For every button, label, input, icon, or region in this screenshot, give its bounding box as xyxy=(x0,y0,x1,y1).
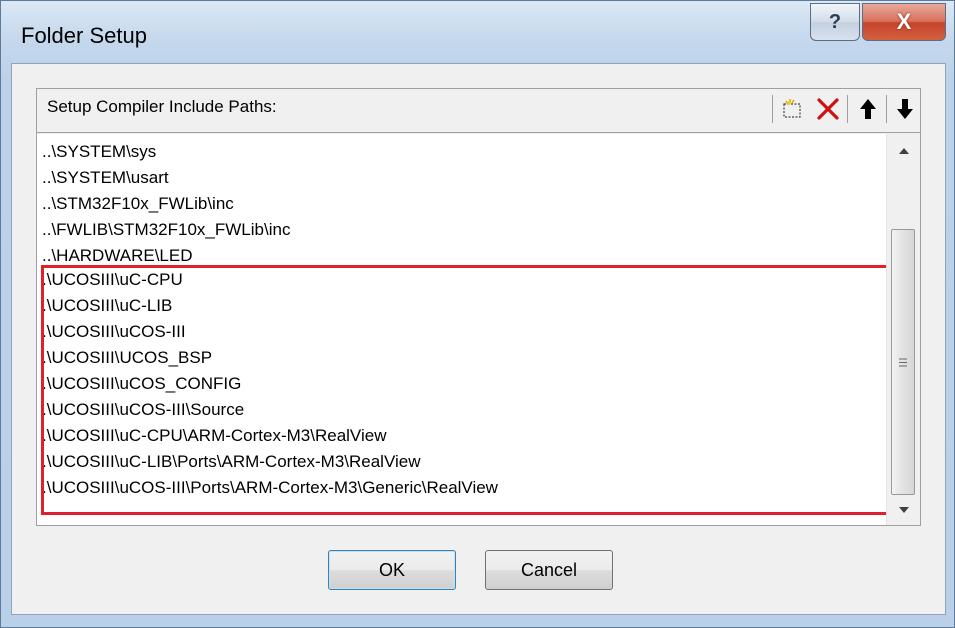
list-item[interactable]: .\UCOSIII\UCOS_BSP xyxy=(42,345,212,371)
header-divider xyxy=(37,132,920,133)
scroll-down-icon xyxy=(898,507,909,513)
list-item[interactable]: .\UCOSIII\uCOS-III xyxy=(42,319,186,345)
close-button[interactable]: X xyxy=(862,3,946,41)
vertical-scrollbar[interactable] xyxy=(886,134,920,525)
dialog-client-area: Setup Compiler Include Paths: ..\SYSTEM\… xyxy=(11,63,946,615)
list-item[interactable]: .\UCOSIII\uC-CPU xyxy=(42,267,183,293)
list-item[interactable]: ..\SYSTEM\sys xyxy=(42,139,156,165)
help-button[interactable]: ? xyxy=(810,3,860,41)
cancel-button[interactable]: Cancel xyxy=(485,550,613,590)
grip-icon xyxy=(899,358,907,366)
scroll-up-button[interactable] xyxy=(887,136,920,166)
include-paths-list[interactable]: ..\SYSTEM\sys ..\SYSTEM\usart ..\STM32F1… xyxy=(37,134,920,525)
toolbar-separator xyxy=(886,95,887,123)
list-item[interactable]: .\UCOSIII\uCOS-III\Ports\ARM-Cortex-M3\G… xyxy=(42,475,498,501)
include-paths-group: Setup Compiler Include Paths: ..\SYSTEM\… xyxy=(36,88,921,526)
folder-setup-dialog: Folder Setup ? X Setup Compiler Include … xyxy=(0,0,955,628)
list-item[interactable]: .\UCOSIII\uCOS-III\Source xyxy=(42,397,244,423)
list-item[interactable]: ..\HARDWARE\LED xyxy=(42,243,193,265)
list-item[interactable]: .\UCOSIII\uCOS_CONFIG xyxy=(42,371,241,397)
toolbar-separator xyxy=(772,95,773,123)
scroll-up-icon xyxy=(898,148,909,154)
new-folder-icon xyxy=(783,99,801,118)
scroll-down-button[interactable] xyxy=(887,495,920,525)
toolbar-separator xyxy=(847,95,848,123)
list-item[interactable]: .\UCOSIII\uC-CPU\ARM-Cortex-M3\RealView xyxy=(42,423,386,449)
list-item[interactable]: ..\SYSTEM\usart xyxy=(42,165,169,191)
list-item[interactable]: ..\STM32F10x_FWLib\inc xyxy=(42,191,234,217)
list-item[interactable]: ..\FWLIB\STM32F10x_FWLib\inc xyxy=(42,217,290,243)
move-down-button[interactable] xyxy=(889,93,921,125)
list-item[interactable]: .\UCOSIII\uC-LIB xyxy=(42,293,172,319)
ok-button[interactable]: OK xyxy=(328,550,456,590)
delete-x-icon xyxy=(817,98,839,120)
move-up-button[interactable] xyxy=(852,93,884,125)
dialog-title: Folder Setup xyxy=(21,23,147,48)
move-down-arrow-icon xyxy=(897,99,913,119)
list-item[interactable]: .\UCOSIII\uC-LIB\Ports\ARM-Cortex-M3\Rea… xyxy=(42,449,421,475)
new-folder-button[interactable] xyxy=(777,93,809,125)
move-up-arrow-icon xyxy=(860,99,876,119)
include-paths-label: Setup Compiler Include Paths: xyxy=(47,97,277,116)
delete-button[interactable] xyxy=(812,93,844,125)
scroll-thumb[interactable] xyxy=(891,229,915,495)
